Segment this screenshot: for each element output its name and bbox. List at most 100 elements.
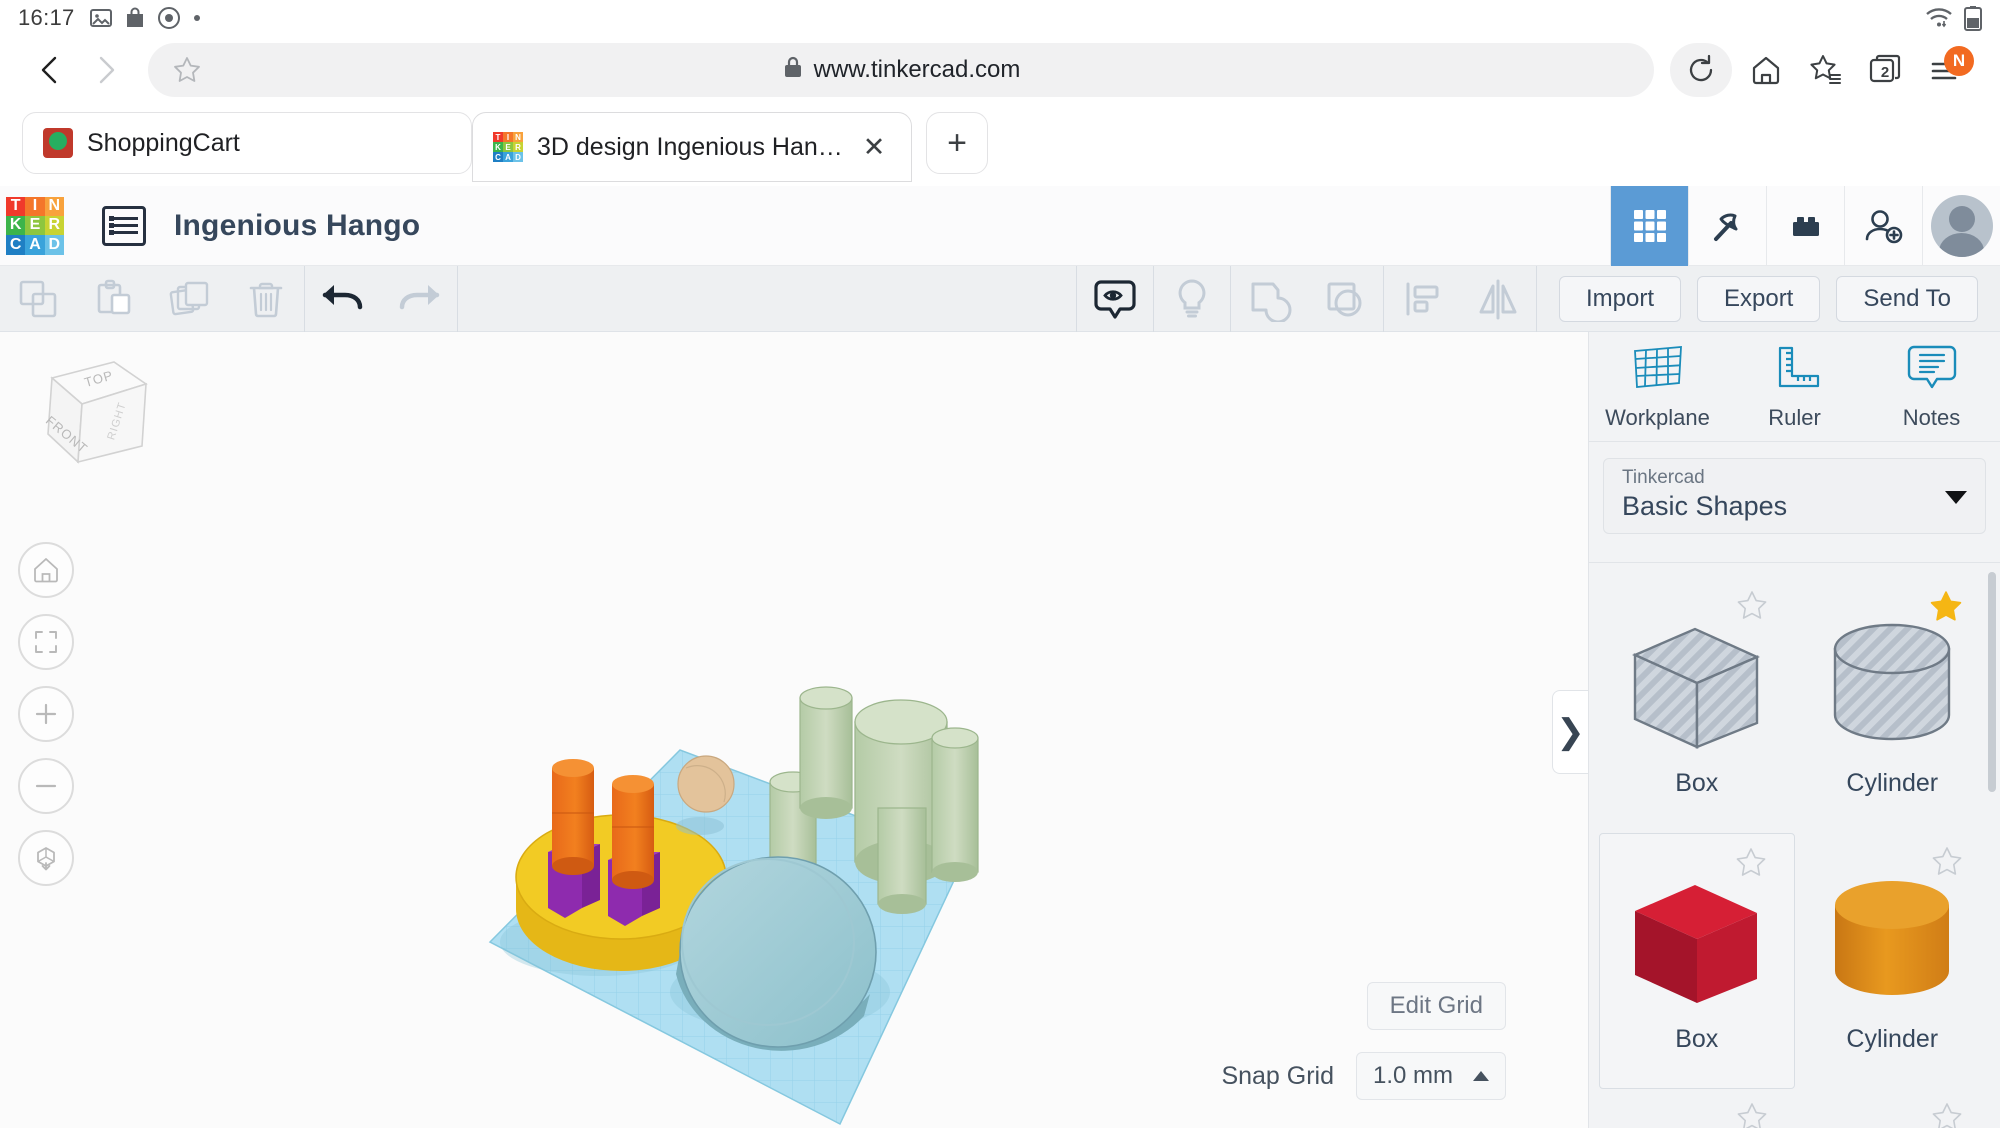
tab-count-label: 2 (1880, 64, 1890, 81)
notes-tool[interactable]: Notes (1863, 332, 2000, 441)
favorite-star-icon[interactable] (1735, 589, 1769, 628)
hint-lightbulb-icon[interactable] (1154, 266, 1230, 332)
page-title[interactable]: Ingenious Hango (174, 209, 420, 243)
workplane-tool[interactable]: Workplane (1589, 332, 1726, 441)
shape-preview (1817, 869, 1967, 1019)
workplane-icon (1629, 343, 1687, 397)
notes-label: Notes (1902, 404, 1961, 430)
show-hide-eye-icon[interactable] (1077, 266, 1153, 332)
panel-collapse-handle[interactable]: ❯ (1552, 690, 1588, 774)
library-group-label: Tinkercad (1622, 467, 1705, 488)
snap-grid-value: 1.0 mm (1373, 1062, 1454, 1089)
shape-item-box[interactable]: Box (1599, 833, 1795, 1089)
new-tab-button[interactable]: + (926, 112, 988, 174)
forward-button[interactable] (78, 43, 132, 97)
shoppingcart-favicon (43, 128, 73, 158)
favorite-star-icon[interactable] (1735, 1101, 1769, 1128)
mirror-icon[interactable] (1460, 266, 1536, 332)
browser-menu-button[interactable]: N (1916, 43, 1976, 97)
delete-icon[interactable] (228, 266, 304, 332)
undo-icon[interactable] (305, 266, 381, 332)
close-icon[interactable]: ✕ (857, 130, 891, 164)
paste-icon[interactable] (76, 266, 152, 332)
toolbar-divider (1535, 265, 1537, 332)
3d-viewport[interactable]: TOP FRONT RIGHT Edit Grid Snap Grid 1.0 … (0, 332, 1588, 1128)
favorite-star-icon[interactable] (1928, 589, 1964, 630)
lock-icon (782, 55, 804, 86)
shape-item-cylinder[interactable]: Cylinder (1795, 833, 1991, 1089)
toolbar-divider (457, 265, 458, 332)
favorite-star-icon[interactable] (1930, 1101, 1964, 1128)
image-icon (89, 6, 113, 30)
panel-scrollbar[interactable] (1988, 572, 1996, 792)
status-clock: 16:17 (18, 5, 75, 30)
ruler-tool[interactable]: Ruler (1726, 332, 1863, 441)
pickaxe-icon[interactable] (1688, 185, 1766, 266)
shopping-bag-icon (124, 6, 146, 30)
chevron-up-icon (1473, 1071, 1489, 1081)
favorite-star-icon[interactable] (1930, 845, 1964, 884)
ungroup-icon[interactable] (1307, 266, 1383, 332)
duplicate-icon[interactable] (152, 266, 228, 332)
snap-grid-label: Snap Grid (1221, 1061, 1334, 1090)
grid-view-icon[interactable] (1610, 185, 1688, 266)
url-text-wrapper: www.tinkercad.com (148, 55, 1654, 86)
shape-label: Cylinder (1846, 768, 1939, 797)
export-button[interactable]: Export (1696, 275, 1821, 322)
shape-item-hole-box[interactable]: Box (1599, 577, 1795, 833)
send-to-button[interactable]: Send To (1836, 275, 1978, 322)
file-actions: Import Export Send To (1558, 275, 1978, 322)
shape-preview (1617, 869, 1777, 1019)
shape-library-select[interactable]: Tinkercad Basic Shapes (1603, 458, 1986, 534)
redo-icon[interactable] (381, 266, 457, 332)
editor-toolbar: Import Export Send To (0, 265, 2000, 332)
home-button[interactable] (1736, 43, 1796, 97)
address-bar[interactable]: www.tinkercad.com (148, 43, 1654, 97)
shape-item-sphere[interactable] (1599, 1089, 1795, 1128)
shape-item-hole-cylinder[interactable]: Cylinder (1795, 577, 1991, 833)
copy-icon[interactable] (0, 266, 76, 332)
url-text: www.tinkercad.com (813, 56, 1021, 83)
menu-notification-badge: N (1944, 46, 1974, 76)
shape-label: Box (1675, 1024, 1719, 1053)
invite-person-icon[interactable] (1844, 185, 1922, 266)
reload-button[interactable] (1670, 43, 1732, 97)
3d-model-scene[interactable] (0, 332, 1588, 1128)
favorite-star-icon[interactable] (1734, 846, 1768, 885)
header-actions (1610, 185, 2000, 266)
library-name-label: Basic Shapes (1622, 491, 1788, 521)
tab-strip: ShoppingCart TIN KER CAD 3D design Ingen… (0, 104, 2000, 186)
bookmark-star-icon[interactable] (170, 53, 204, 87)
status-system-icons (1924, 5, 1982, 31)
tab-title: 3D design Ingenious Hang… (537, 132, 843, 161)
lego-brick-icon[interactable] (1766, 185, 1844, 266)
back-button[interactable] (24, 43, 78, 97)
tinkercad-header: TIN KER CAD Ingenious Hango (0, 185, 2000, 266)
import-button[interactable]: Import (1558, 275, 1681, 322)
tinkercad-favicon: TIN KER CAD (493, 132, 523, 162)
panel-tools: Workplane Ruler Notes (1589, 332, 2000, 442)
avatar[interactable] (1922, 185, 2000, 266)
edit-grid-button[interactable]: Edit Grid (1366, 982, 1506, 1030)
design-list-icon[interactable] (102, 205, 146, 246)
shape-label: Box (1675, 768, 1719, 797)
chevron-down-icon (1945, 491, 1967, 504)
shapes-panel: Workplane Ruler Notes Tinkercad Basic Sh… (1588, 332, 2000, 1128)
shape-item-text[interactable]: AaAa (1795, 1089, 1991, 1128)
battery-icon (1964, 5, 1982, 31)
workplane-label: Workplane (1605, 404, 1710, 430)
shape-label: Cylinder (1846, 1024, 1939, 1053)
shape-preview (1817, 613, 1967, 763)
bookmarks-button[interactable] (1796, 43, 1856, 97)
model-tan-sphere (677, 755, 735, 813)
align-icon[interactable] (1384, 266, 1460, 332)
snap-grid-select[interactable]: 1.0 mm (1356, 1052, 1506, 1100)
tinkercad-logo[interactable]: TIN KER CAD (6, 196, 64, 255)
snap-grid-row: Snap Grid 1.0 mm (1221, 1052, 1506, 1100)
tab-shoppingcart[interactable]: ShoppingCart (22, 112, 472, 174)
tab-switcher-button[interactable]: 2 (1856, 43, 1916, 97)
system-status-bar: 16:17 (0, 0, 2000, 36)
browser-toolbar: www.tinkercad.com 2 N (0, 36, 2000, 104)
tab-3d-design[interactable]: TIN KER CAD 3D design Ingenious Hang… ✕ (472, 112, 912, 182)
group-icon[interactable] (1231, 266, 1307, 332)
